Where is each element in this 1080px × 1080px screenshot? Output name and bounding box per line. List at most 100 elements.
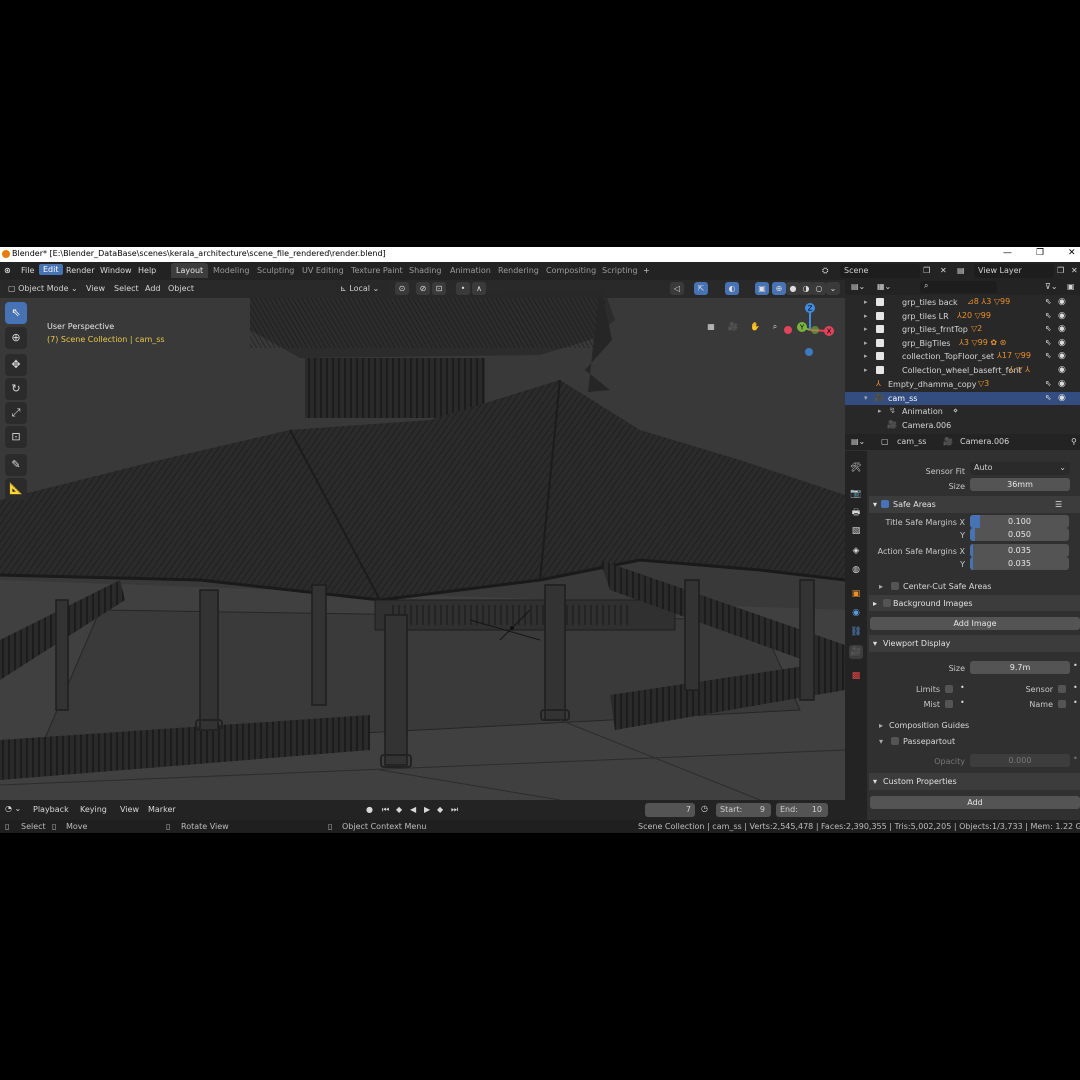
expand-arrow-icon[interactable]: ▸	[864, 298, 868, 306]
play-reverse-icon[interactable]: ◀	[410, 805, 416, 814]
toggle-ortho-icon[interactable]: ▦	[704, 320, 718, 333]
tab-texture-paint[interactable]: Texture Paint	[351, 266, 403, 275]
select-box-tool-icon[interactable]: ⇖	[5, 302, 27, 324]
world-tab-icon[interactable]: ◍	[849, 563, 863, 577]
sensor-fit-dropdown[interactable]: Auto ⌄	[970, 462, 1070, 475]
name-checkbox[interactable]	[1058, 700, 1066, 708]
tab-compositing[interactable]: Compositing	[546, 266, 596, 275]
outliner-row[interactable]: ⅄ Empty_dhamma_copy ▽3 ⇖ ◉	[845, 378, 1080, 391]
3d-viewport[interactable]: ▢ Object Mode ⌄ View Select Add Object ⊾…	[0, 280, 845, 800]
visibility-eye-icon[interactable]: ◉	[1058, 351, 1066, 361]
action-safe-y-slider[interactable]: 0.035	[970, 557, 1069, 570]
object-tab-icon[interactable]: ▣	[849, 587, 863, 601]
opacity-field[interactable]: 0.000	[970, 754, 1070, 767]
tab-scripting[interactable]: Scripting	[602, 266, 638, 275]
exclude-checkbox[interactable]	[876, 339, 884, 347]
falloff-icon[interactable]: ∧	[472, 282, 486, 295]
menu-object[interactable]: Object	[168, 284, 194, 293]
outliner-editor-type-icon[interactable]: ▤⌄	[851, 282, 865, 291]
remove-scene-icon[interactable]: ✕	[940, 266, 947, 275]
collapse-arrow-icon[interactable]: ▾	[873, 639, 877, 648]
menu-add[interactable]: Add	[145, 284, 161, 293]
menu-select[interactable]: Select	[114, 284, 139, 293]
view-layer-selector[interactable]: View Layer	[974, 264, 1054, 278]
next-keyframe-icon[interactable]: ◆	[437, 805, 443, 814]
exclude-checkbox[interactable]	[876, 325, 884, 333]
visibility-eye-icon[interactable]: ◉	[1058, 297, 1066, 307]
visibility-eye-icon[interactable]: ◉	[1058, 393, 1066, 403]
tab-uv-editing[interactable]: UV Editing	[302, 266, 344, 275]
jump-end-icon[interactable]: ⏭	[451, 805, 458, 815]
visibility-eye-icon[interactable]: ◉	[1058, 338, 1066, 348]
selectable-icon[interactable]: ⇖	[1045, 311, 1052, 320]
editor-type-icon[interactable]: ◔ ⌄	[5, 804, 21, 813]
tool-tab-icon[interactable]: 🛠	[849, 461, 863, 475]
new-scene-icon[interactable]: ❐	[923, 266, 930, 275]
blender-menu-icon[interactable]: ⊛	[4, 266, 11, 275]
selectable-icon[interactable]: ⇖	[1045, 297, 1052, 306]
current-frame-field[interactable]: 7	[645, 803, 695, 817]
keyframe-dot-icon[interactable]: •	[1073, 754, 1078, 763]
display-mode-icon[interactable]: ▦⌄	[877, 282, 891, 291]
center-cut-checkbox[interactable]	[891, 582, 899, 590]
remove-view-layer-icon[interactable]: ✕	[1071, 266, 1078, 275]
expand-arrow-icon[interactable]: ▸	[873, 599, 877, 608]
exclude-checkbox[interactable]	[876, 352, 884, 360]
maximize-button[interactable]: ❐	[1036, 248, 1044, 258]
viewport-display-panel-header[interactable]: ▾ Viewport Display	[869, 635, 1080, 652]
camera-data-tab-icon[interactable]: 🎥	[849, 645, 863, 659]
visibility-eye-icon[interactable]: ◉	[1058, 365, 1066, 375]
snap-target-icon[interactable]: ⊡	[432, 282, 446, 295]
pan-view-icon[interactable]: ✋	[748, 320, 762, 333]
rendered-shading-icon[interactable]: ○	[812, 282, 826, 295]
keyframe-dot-icon[interactable]: •	[1073, 683, 1078, 692]
view-object-types-icon[interactable]: ◁	[670, 282, 684, 295]
scene-tab-icon[interactable]: ◈	[849, 544, 863, 558]
visibility-eye-icon[interactable]: ◉	[1058, 324, 1066, 334]
selectable-icon[interactable]: ⇖	[1045, 351, 1052, 360]
neg-z-axis-icon[interactable]	[805, 348, 813, 356]
expand-arrow-icon[interactable]: ▸	[878, 407, 882, 415]
gizmo-toggle-icon[interactable]: ⇱	[694, 282, 708, 295]
snap-icon[interactable]: ⊘	[416, 282, 430, 295]
presets-icon[interactable]: ☰	[1055, 500, 1062, 509]
physics-tab-icon[interactable]: ◉	[849, 606, 863, 620]
center-cut-expand-icon[interactable]: ▸	[879, 582, 883, 591]
menu-marker[interactable]: Marker	[148, 805, 176, 814]
outliner-row[interactable]: ▸ grp_tiles back ⊿8 ⅄3 ▽99 ⇖ ◉	[845, 296, 1080, 309]
visibility-eye-icon[interactable]: ◉	[1058, 379, 1066, 389]
exclude-checkbox[interactable]	[876, 366, 884, 374]
scale-tool-icon[interactable]: ⤢	[5, 402, 27, 424]
scene-selector[interactable]: Scene	[840, 264, 920, 278]
outliner-row[interactable]: ▸ collection_TopFloor_set ⅄17 ▽99 ⇖ ◉	[845, 350, 1080, 363]
jump-start-icon[interactable]: ⏮	[382, 805, 389, 815]
outliner-row[interactable]: ▸ grp_BigTiles ⅄3 ▽99 ✿ ⊛ ⇖ ◉	[845, 337, 1080, 350]
wireframe-shading-icon[interactable]: ⊕	[772, 282, 786, 295]
menu-edit[interactable]: Edit	[39, 264, 63, 275]
exclude-checkbox[interactable]	[876, 298, 884, 306]
pivot-point-icon[interactable]: ⊙	[395, 282, 409, 295]
passepartout-collapse-icon[interactable]: ▾	[879, 737, 883, 746]
tab-sculpting[interactable]: Sculpting	[257, 266, 294, 275]
safe-areas-panel-header[interactable]: ▾ Safe Areas ☰	[869, 496, 1080, 513]
tab-modeling[interactable]: Modeling	[213, 266, 249, 275]
title-safe-x-slider[interactable]: 0.100	[970, 515, 1069, 528]
visibility-eye-icon[interactable]: ◉	[1058, 311, 1066, 321]
mode-selector[interactable]: ▢ Object Mode ⌄	[4, 282, 78, 295]
tab-layout[interactable]: Layout	[171, 263, 209, 278]
axis-gizmo[interactable]: Z X Y	[780, 300, 840, 360]
end-frame-field[interactable]: End: 10	[776, 803, 828, 817]
material-preview-icon[interactable]: ◑	[799, 282, 813, 295]
minimize-button[interactable]: —	[1003, 248, 1012, 258]
menu-keying[interactable]: Keying	[80, 805, 107, 814]
add-custom-property-button[interactable]: Add	[870, 796, 1080, 809]
mist-checkbox[interactable]	[945, 700, 953, 708]
camera-view-icon[interactable]: 🎥	[726, 320, 740, 333]
view-layer-tab-icon[interactable]: ▧	[849, 524, 863, 538]
outliner-row[interactable]: 🎥 Camera.006	[845, 419, 1080, 432]
expand-arrow-icon[interactable]: ▸	[864, 366, 868, 374]
tab-animation[interactable]: Animation	[450, 266, 491, 275]
outliner-search-input[interactable]: ⌕	[920, 281, 997, 293]
neg-x-axis-icon[interactable]	[784, 326, 792, 334]
transform-orientation-dropdown[interactable]: ⊾ Local ⌄	[336, 282, 389, 295]
